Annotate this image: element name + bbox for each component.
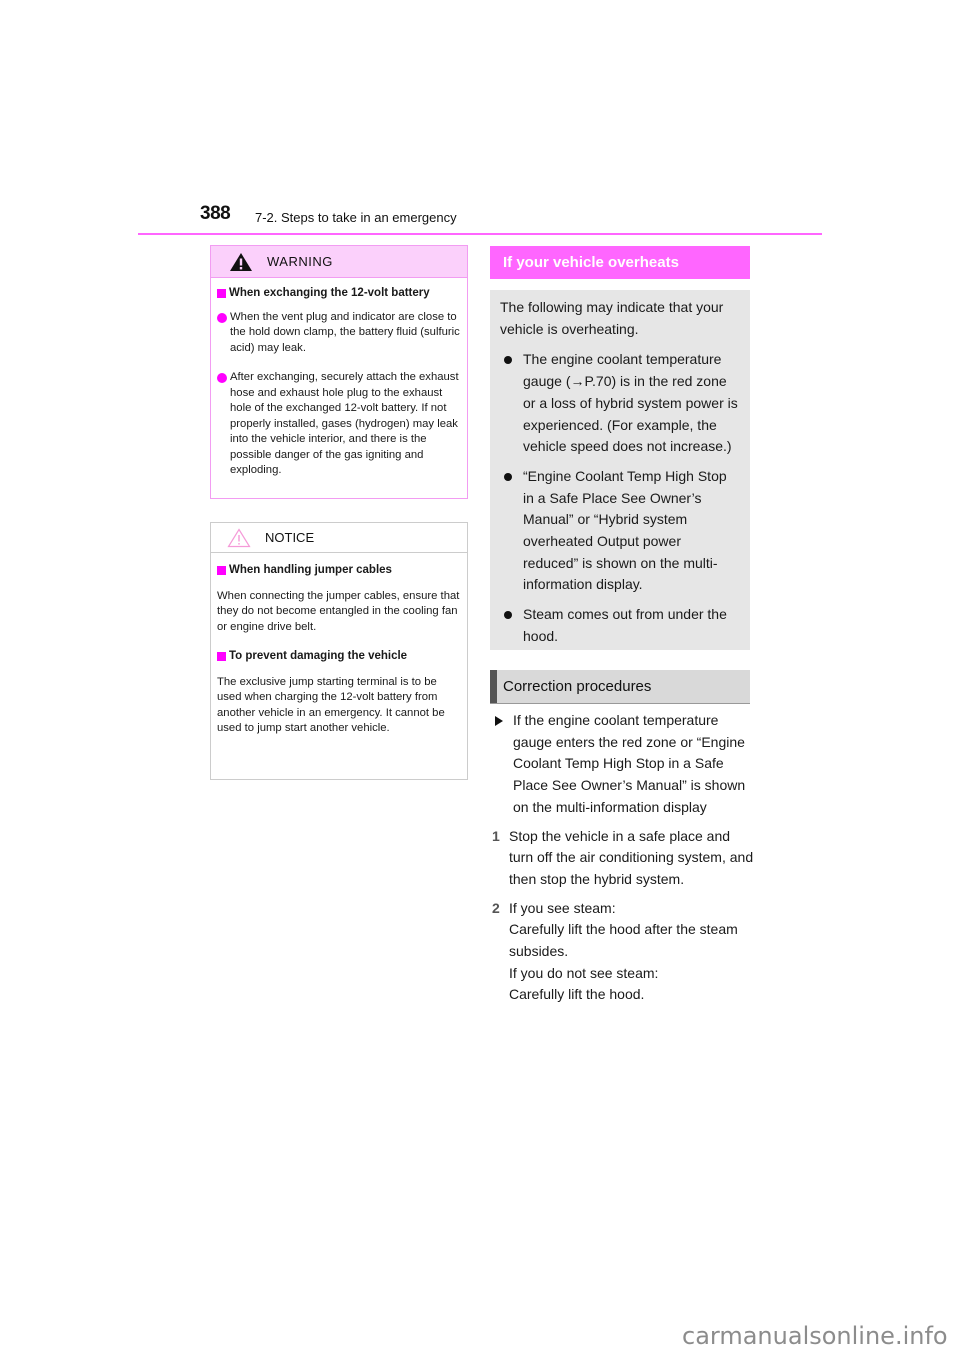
correction-procedures: If the engine coolant temperature gauge …: [492, 710, 754, 1006]
warning-bullet-text: When the vent plug and indicator are clo…: [230, 310, 460, 354]
correction-step: 2 If you see steam: Carefully lift the h…: [492, 898, 754, 1007]
step-line: Carefully lift the hood.: [509, 986, 645, 1003]
notice-subheading-text: To prevent damaging the vehicle: [229, 650, 408, 662]
header-rule: [138, 233, 822, 235]
overheat-indicator-text: Steam comes out from under the hood.: [523, 606, 727, 644]
overheat-intro: The following may indicate that your veh…: [500, 299, 724, 337]
bullet-dot-icon: [217, 373, 227, 383]
overheat-indicator: “Engine Coolant Temp High Stop in a Safe…: [500, 466, 740, 596]
overheat-indicator: The engine coolant temperature gauge (→P…: [500, 349, 740, 458]
notice-subheading: To prevent damaging the vehicle: [217, 649, 461, 665]
overheat-indicator: Steam comes out from under the hood.: [500, 604, 740, 647]
notice-paragraph: When connecting the jumper cables, ensur…: [217, 589, 460, 633]
correction-condition: If the engine coolant temperature gauge …: [492, 710, 754, 819]
warning-bullet-text: After exchanging, securely attach the ex…: [230, 371, 459, 476]
warning-bullet: After exchanging, securely attach the ex…: [217, 370, 461, 479]
correction-step: 1 Stop the vehicle in a safe place and t…: [492, 826, 754, 891]
notice-label: NOTICE: [265, 530, 315, 545]
caution-triangle-outline-icon: [227, 527, 251, 547]
square-bullet-icon: [217, 566, 226, 576]
bullet-dot-icon: [504, 472, 512, 481]
step-line: If you do not see steam:: [509, 964, 659, 981]
overheat-section-title: If your vehicle overheats: [490, 246, 750, 279]
notice-box: NOTICE When handling jumper cables When …: [210, 522, 468, 780]
step-text: Stop the vehicle in a safe place and tur…: [509, 827, 754, 887]
triangle-right-icon: [495, 716, 503, 726]
correction-condition-text: If the engine coolant temperature gauge …: [513, 712, 746, 815]
warning-bullet: When the vent plug and indicator are clo…: [217, 310, 461, 357]
correction-section-title: Correction procedures: [490, 670, 750, 704]
bullet-dot-icon: [504, 356, 512, 365]
notice-subheading: When handling jumper cables: [217, 563, 461, 579]
bullet-dot-icon: [217, 312, 227, 323]
step-number: 1: [492, 827, 500, 844]
page-number: 388: [200, 203, 231, 224]
overheat-indicator-text: “Engine Coolant Temp High Stop in a Safe…: [523, 467, 727, 593]
step-text: If you see steam: Carefully lift the hoo…: [509, 898, 754, 1007]
warning-label: WARNING: [267, 254, 333, 269]
step-number: 2: [492, 899, 500, 916]
square-bullet-icon: [217, 652, 226, 662]
step-line: If you see steam:: [509, 899, 616, 916]
notice-paragraph: The exclusive jump starting terminal is …: [217, 675, 445, 735]
warning-subheading-text: When exchanging the 12-volt battery: [229, 287, 430, 299]
bullet-dot-icon: [504, 611, 512, 620]
notice-subheading-text: When handling jumper cables: [229, 564, 392, 576]
overheat-indicator-text: The engine coolant temperature gauge (→P…: [523, 351, 738, 455]
warning-subheading: When exchanging the 12-volt battery: [217, 286, 461, 302]
section-title: 7-2. Steps to take in an emergency: [255, 210, 457, 225]
correction-title-text: Correction procedures: [503, 678, 652, 695]
warning-triangle-icon: [230, 252, 252, 271]
step-line: Carefully lift the hood after the steam …: [509, 921, 738, 960]
title-accent-bar: [490, 670, 497, 703]
square-bullet-icon: [217, 289, 226, 299]
notice-header: NOTICE: [211, 523, 467, 553]
warning-header: WARNING: [211, 246, 467, 278]
warning-box: WARNING When exchanging the 12-volt batt…: [210, 245, 468, 499]
watermark: carmanualsonline.info: [682, 1322, 948, 1350]
overheat-indicators-box: The following may indicate that your veh…: [490, 290, 750, 650]
